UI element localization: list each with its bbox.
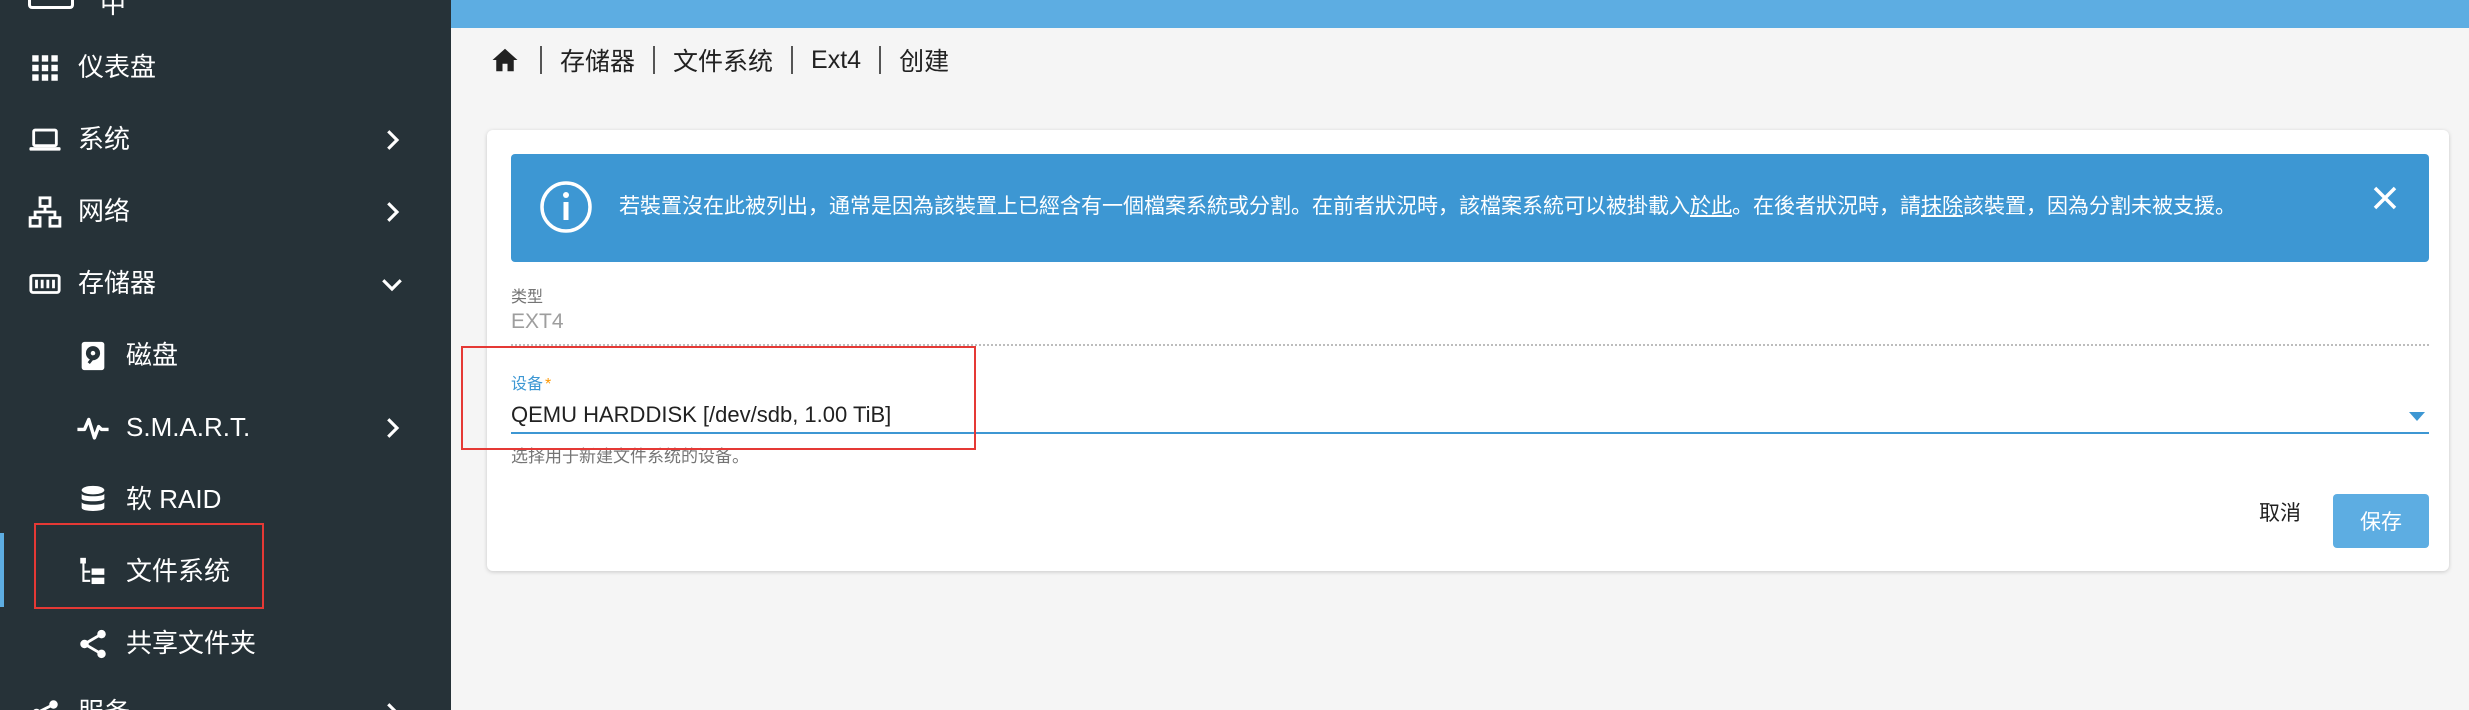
- sidebar-item-label: S.M.A.R.T.: [126, 412, 251, 442]
- alert-link-mount[interactable]: 於此: [1690, 195, 1732, 218]
- device-label: 设备 *: [511, 370, 551, 394]
- device-label-text: 设备: [511, 376, 544, 393]
- partial-top-label: 中: [100, 0, 127, 19]
- disk-icon: [81, 341, 105, 371]
- sidebar-item-smart[interactable]: S.M.A.R.T.: [0, 395, 451, 459]
- required-mark: *: [545, 376, 552, 393]
- sidebar-item-label: 共享文件夹: [126, 628, 257, 658]
- cancel-button[interactable]: 取消: [2243, 490, 2317, 534]
- breadcrumb-filesystems[interactable]: 文件系统: [673, 42, 773, 78]
- close-icon[interactable]: [2365, 178, 2405, 218]
- pulse-icon: [77, 417, 109, 440]
- storage-icon: [29, 274, 61, 294]
- breadcrumb: 存储器 文件系统 Ext4 创建: [488, 40, 949, 80]
- chevron-right-icon: [387, 703, 397, 710]
- network-icon: [28, 196, 62, 228]
- chevron-down-icon: [382, 279, 402, 292]
- alert-text-1: 若裝置沒在此被列出，通常是因為該裝置上已經含有一個檔案系統或分割。在前者狀況時，…: [619, 195, 1690, 218]
- device-hint: 选择用于新建文件系统的设备。: [511, 447, 749, 466]
- sidebar-item-storage[interactable]: 存储器: [0, 251, 451, 315]
- sidebar-item-label: 磁盘: [126, 340, 179, 370]
- partial-top-icon: [28, 0, 74, 9]
- chevron-right-icon: [387, 418, 400, 438]
- sidebar-item-disks[interactable]: 磁盘: [0, 323, 451, 387]
- breadcrumb-ext4[interactable]: Ext4: [811, 46, 861, 75]
- save-button[interactable]: 保存: [2333, 494, 2429, 548]
- sidebar-item-filesystems[interactable]: 文件系统: [0, 539, 451, 603]
- sidebar-item-dashboard[interactable]: 仪表盘: [0, 35, 451, 99]
- sidebar-item-network[interactable]: 网络: [0, 179, 451, 243]
- chevron-right-icon: [387, 130, 400, 150]
- home-icon[interactable]: [488, 43, 522, 77]
- sidebar-item-label: 文件系统: [126, 556, 231, 586]
- alert-text-3: 該裝置，因為分割未被支援。: [1963, 195, 2236, 218]
- sidebar-item-raid[interactable]: 软 RAID: [0, 467, 451, 531]
- sidebar-item-label: 存储器: [78, 268, 157, 298]
- sidebar-item-system[interactable]: 系统: [0, 107, 451, 171]
- breadcrumb-create: 创建: [899, 48, 950, 76]
- info-alert: 若裝置沒在此被列出，通常是因為該裝置上已經含有一個檔案系統或分割。在前者狀況時，…: [511, 154, 2429, 262]
- info-icon: [540, 181, 592, 233]
- database-icon: [81, 485, 105, 511]
- laptop-icon: [29, 128, 61, 151]
- sidebar-item-shared-folders[interactable]: 共享文件夹: [0, 611, 451, 675]
- device-select-value: QEMU HARDDISK [/dev/sdb, 1.00 TiB]: [511, 402, 892, 427]
- type-field-underline: [511, 344, 2429, 346]
- alert-message: 若裝置沒在此被列出，通常是因為該裝置上已經含有一個檔案系統或分割。在前者狀況時，…: [619, 190, 2236, 224]
- grid-icon: [32, 55, 58, 81]
- breadcrumb-separator: [653, 46, 656, 74]
- breadcrumb-storage[interactable]: 存储器: [560, 42, 635, 78]
- sidebar-item-label: 系统: [78, 124, 131, 154]
- sidebar-item-label: 软 RAID: [126, 484, 222, 514]
- share-icon: [80, 629, 106, 659]
- breadcrumb-separator: [540, 46, 542, 74]
- alert-link-wipe[interactable]: 抹除: [1921, 195, 1963, 218]
- services-icon: [33, 700, 58, 710]
- sidebar-item-label: 仪表盘: [78, 52, 157, 82]
- filesystem-tree-icon: [80, 557, 105, 585]
- alert-text-2: 。在後者狀況時，請: [1732, 195, 1921, 218]
- sidebar-item-label: 网络: [78, 196, 131, 226]
- device-select-underline: [511, 432, 2429, 434]
- sidebar: 中 仪表盘 系统 网络 存储器 磁盘 S.M.A.R.T. 软 RAID 文件系…: [0, 0, 451, 710]
- breadcrumb-separator: [879, 46, 882, 74]
- type-label: 类型: [511, 289, 544, 306]
- breadcrumb-separator: [791, 46, 794, 74]
- chevron-right-icon: [387, 202, 400, 222]
- type-value: EXT4: [511, 310, 564, 333]
- sidebar-item-label: 服务: [78, 694, 130, 710]
- sidebar-item-services[interactable]: 服务: [0, 680, 451, 710]
- top-bar: [451, 0, 2469, 28]
- dropdown-arrow-icon: [2409, 412, 2425, 421]
- create-filesystem-card: 若裝置沒在此被列出，通常是因為該裝置上已經含有一個檔案系統或分割。在前者狀況時，…: [487, 130, 2449, 571]
